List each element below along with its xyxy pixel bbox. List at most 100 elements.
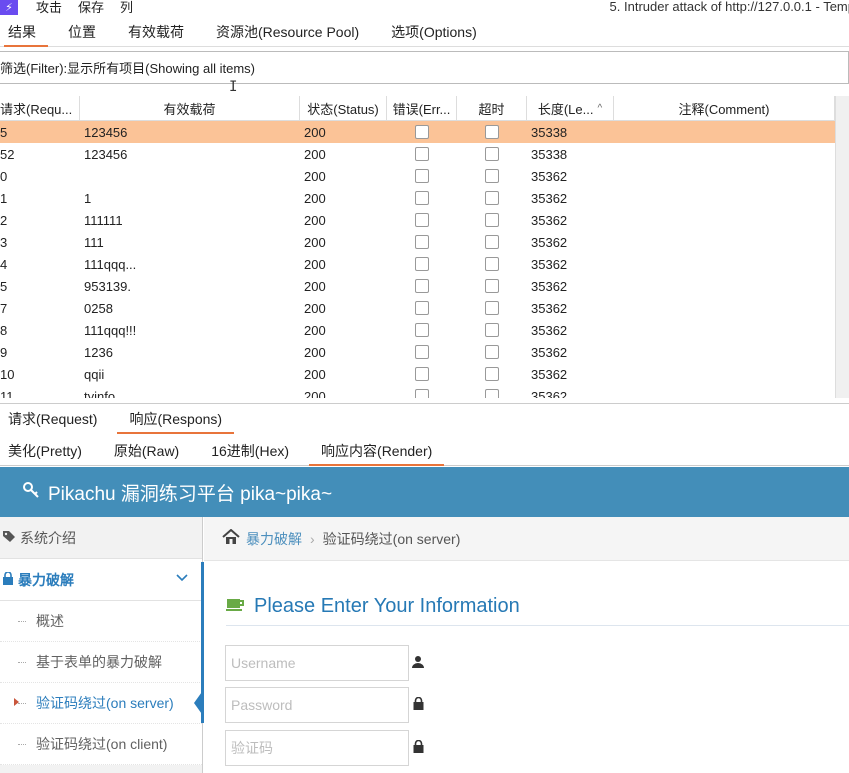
sidebar-sub-captcha-client[interactable]: 验证码绕过(on client) — [0, 724, 202, 765]
cell-length: 35362 — [531, 344, 568, 360]
col-timeout[interactable]: 超时 — [457, 96, 527, 120]
cell-error — [387, 341, 457, 363]
table-row[interactable]: 7 0258 200 35362 — [0, 297, 835, 319]
error-checkbox[interactable] — [415, 389, 429, 398]
timeout-checkbox[interactable] — [485, 345, 499, 359]
error-checkbox[interactable] — [415, 323, 429, 337]
tab-response[interactable]: 响应(Respons) — [113, 404, 238, 434]
error-checkbox[interactable] — [415, 345, 429, 359]
table-row[interactable]: 52 123456 200 35338 — [0, 143, 835, 165]
timeout-checkbox[interactable] — [485, 257, 499, 271]
cell-length: 35362 — [531, 366, 568, 382]
table-row[interactable]: 5 123456 200 35338 — [0, 121, 835, 143]
timeout-checkbox[interactable] — [485, 367, 499, 381]
error-checkbox[interactable] — [415, 235, 429, 249]
cell-status: 200 — [304, 234, 326, 250]
home-icon[interactable] — [222, 528, 240, 549]
table-row[interactable]: 4 111qqq... 200 35362 — [0, 253, 835, 275]
cell-error — [387, 143, 457, 165]
table-row[interactable]: 5 953139. 200 35362 — [0, 275, 835, 297]
timeout-checkbox[interactable] — [485, 213, 499, 227]
error-checkbox[interactable] — [415, 169, 429, 183]
password-input[interactable]: Password — [225, 687, 409, 723]
tab-results[interactable]: 结果 — [0, 17, 52, 47]
timeout-checkbox[interactable] — [485, 169, 499, 183]
table-row[interactable]: 8 111qqq!!! 200 35362 — [0, 319, 835, 341]
sidebar-item-intro-label: 系统介绍 — [20, 529, 76, 546]
captcha-input[interactable]: 验证码 — [225, 730, 409, 766]
key-icon — [22, 481, 40, 504]
cell-payload: qqii — [84, 366, 105, 382]
tab-resource-pool[interactable]: 资源池(Resource Pool) — [200, 17, 375, 47]
error-checkbox[interactable] — [415, 279, 429, 293]
intruder-tabs: 结果 位置 有效载荷 资源池(Resource Pool) 选项(Options… — [0, 17, 849, 47]
cell-timeout — [457, 385, 527, 398]
timeout-checkbox[interactable] — [485, 279, 499, 293]
table-row[interactable]: 1 1 200 35362 — [0, 187, 835, 209]
cell-timeout — [457, 341, 527, 363]
cell-request: 0 — [0, 168, 8, 184]
username-placeholder: Username — [231, 655, 296, 671]
timeout-checkbox[interactable] — [485, 323, 499, 337]
menu-save[interactable]: 保存 — [78, 1, 104, 14]
cell-error — [387, 165, 457, 187]
col-status[interactable]: 状态(Status) — [300, 96, 387, 120]
error-checkbox[interactable] — [415, 125, 429, 139]
tab-request[interactable]: 请求(Request) — [0, 404, 113, 434]
error-checkbox[interactable] — [415, 213, 429, 227]
cell-length: 35362 — [531, 168, 568, 184]
error-checkbox[interactable] — [415, 257, 429, 271]
tab-positions[interactable]: 位置 — [52, 17, 112, 47]
table-row[interactable]: 0 200 35362 — [0, 165, 835, 187]
sidebar-group-bruteforce[interactable]: 暴力破解 — [0, 559, 202, 601]
sidebar-sub-captcha-server[interactable]: 验证码绕过(on server) — [0, 683, 204, 724]
cell-error — [387, 187, 457, 209]
col-comment[interactable]: 注释(Comment) — [614, 96, 835, 120]
table-row[interactable]: 11 tyinfo 200 35362 — [0, 385, 835, 398]
col-payload[interactable]: 有效载荷 — [80, 96, 300, 120]
cell-timeout — [457, 275, 527, 297]
username-input[interactable]: Username — [225, 645, 409, 681]
breadcrumb-link[interactable]: 暴力破解 — [246, 529, 302, 549]
sidebar-sub-overview[interactable]: 概述 — [0, 601, 202, 642]
timeout-checkbox[interactable] — [485, 301, 499, 315]
timeout-checkbox[interactable] — [485, 147, 499, 161]
col-error[interactable]: 错误(Err... — [387, 96, 457, 120]
table-row[interactable]: 3 111 200 35362 — [0, 231, 835, 253]
col-request[interactable]: 请求(Requ... — [0, 96, 80, 120]
cell-timeout — [457, 363, 527, 385]
tag-icon — [2, 530, 16, 546]
tab-hex[interactable]: 16进制(Hex) — [195, 436, 305, 466]
table-row[interactable]: 2 111111 200 35362 — [0, 209, 835, 231]
table-scrollbar[interactable] — [835, 96, 849, 398]
tab-raw[interactable]: 原始(Raw) — [98, 436, 195, 466]
timeout-checkbox[interactable] — [485, 125, 499, 139]
tab-pretty[interactable]: 美化(Pretty) — [0, 436, 98, 466]
cell-request: 9 — [0, 344, 8, 360]
table-row[interactable]: 10 qqii 200 35362 — [0, 363, 835, 385]
tab-options[interactable]: 选项(Options) — [375, 17, 493, 47]
cell-request: 11 — [0, 388, 14, 399]
timeout-checkbox[interactable] — [485, 191, 499, 205]
form-divider — [226, 625, 849, 626]
cell-error — [387, 253, 457, 275]
tab-render[interactable]: 响应内容(Render) — [305, 436, 448, 466]
timeout-checkbox[interactable] — [485, 235, 499, 249]
cell-error — [387, 231, 457, 253]
pikachu-main: 暴力破解 › 验证码绕过(on server) Please Enter You… — [204, 517, 849, 773]
sidebar-sub-form-bruteforce[interactable]: 基于表单的暴力破解 — [0, 642, 202, 683]
cell-error — [387, 121, 457, 143]
error-checkbox[interactable] — [415, 147, 429, 161]
timeout-checkbox[interactable] — [485, 389, 499, 398]
error-checkbox[interactable] — [415, 191, 429, 205]
menu-attack[interactable]: 攻击 — [36, 1, 62, 14]
error-checkbox[interactable] — [415, 367, 429, 381]
sidebar-item-intro[interactable]: 系统介绍 — [0, 517, 202, 559]
results-table: 请求(Requ... 有效载荷 状态(Status) 错误(Err... 超时 … — [0, 96, 835, 398]
error-checkbox[interactable] — [415, 301, 429, 315]
filter-bar[interactable]: 筛选(Filter):显示所有项目(Showing all items) — [0, 51, 849, 84]
col-length[interactable]: 长度(Le... ^ — [527, 96, 614, 120]
menu-columns[interactable]: 列 — [120, 1, 133, 14]
table-row[interactable]: 9 1236 200 35362 — [0, 341, 835, 363]
tab-payloads[interactable]: 有效载荷 — [112, 17, 200, 47]
